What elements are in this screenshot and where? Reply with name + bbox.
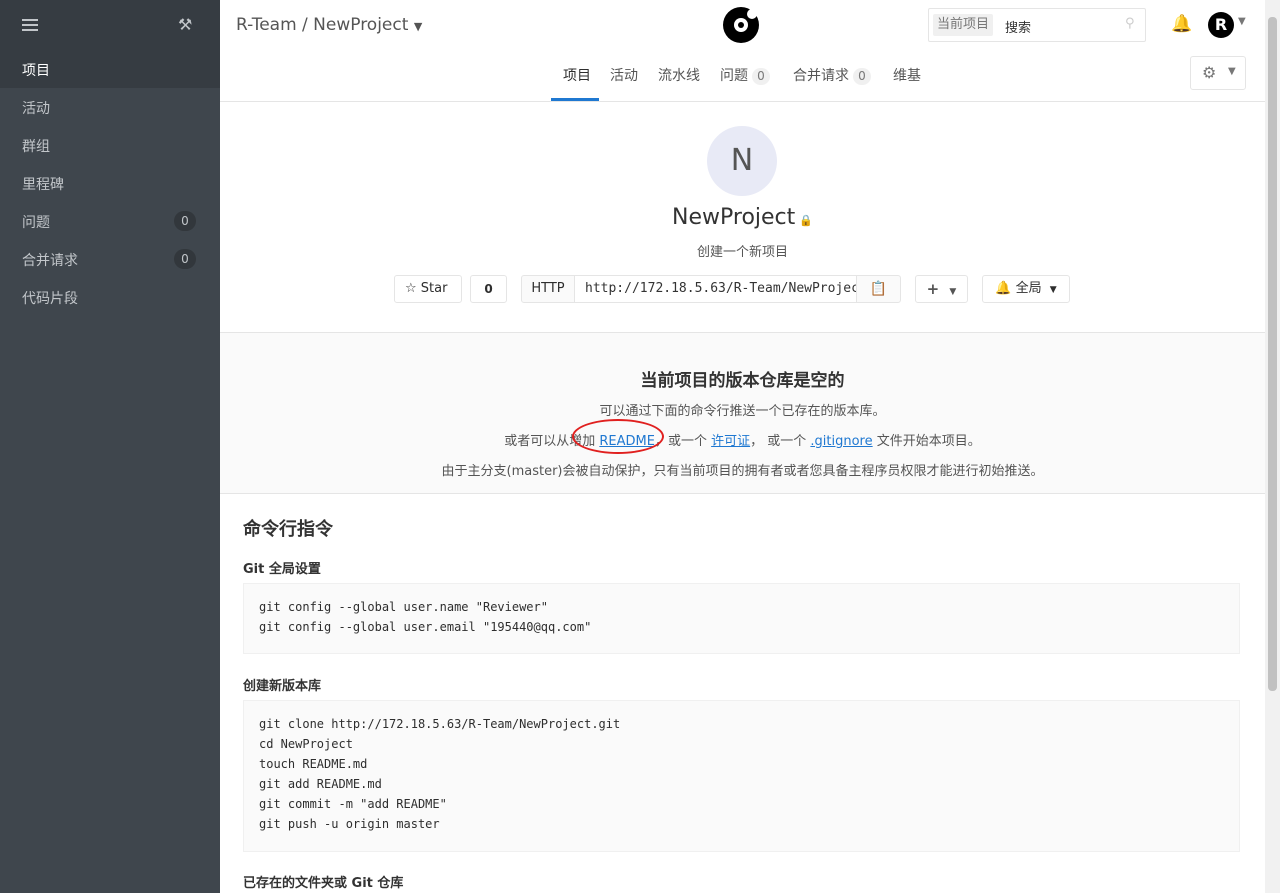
top-header: R-Team / NewProject ▼ 当前项目 搜索 ⚲ 🔔 R ▼	[220, 0, 1265, 50]
star-icon: ☆	[405, 281, 417, 296]
sidebar: ⚒ 项目 活动 群组 里程碑 问题 0 合并请求 0 代码片段	[0, 0, 220, 893]
existing-folder-title: 已存在的文件夹或 Git 仓库	[243, 876, 404, 891]
code-line: touch README.md	[259, 757, 368, 771]
sidebar-item-label: 群组	[22, 139, 50, 155]
copy-url-button[interactable]: 📋	[856, 275, 901, 303]
tab-issues[interactable]: 问题 0	[720, 65, 770, 85]
license-link[interactable]: 许可证	[711, 434, 750, 449]
sidebar-item-label: 问题	[22, 215, 50, 231]
clone-url-input[interactable]: http://172.18.5.63/R-Team/NewProject.git	[574, 275, 857, 303]
empty-repo-line3: 由于主分支(master)会被自动保护，只有当前项目的拥有者或者您具备主程序员权…	[441, 464, 1044, 479]
chevron-down-icon: ▼	[1049, 285, 1057, 295]
settings-dropdown-button[interactable]: ⚙ ▼	[1190, 56, 1246, 90]
chevron-down-icon: ▼	[949, 287, 957, 297]
sidebar-item-label: 代码片段	[22, 291, 78, 307]
tab-label: 问题	[720, 68, 748, 84]
breadcrumb[interactable]: R-Team / NewProject ▼	[236, 15, 422, 35]
sidebar-item-merge-requests[interactable]: 合并请求 0	[0, 240, 220, 278]
tab-label: 流水线	[658, 68, 700, 84]
star-count[interactable]: 0	[470, 275, 507, 303]
empty-repo-line2: 或者可以从增加 README，或一个 许可证， 或一个 .gitignore 文…	[220, 430, 1265, 449]
sidebar-item-label: 项目	[22, 63, 50, 79]
project-nav: 项目 活动 流水线 问题 0 合并请求 0 维基 ⚙ ▼	[220, 50, 1265, 102]
star-label: Star	[420, 281, 448, 296]
issues-count-badge: 0	[174, 211, 196, 231]
tab-merge-requests[interactable]: 合并请求 0	[793, 65, 871, 85]
lock-icon: 🔒	[799, 214, 813, 227]
gear-icon: ⚙	[1202, 63, 1217, 82]
tab-project[interactable]: 项目	[563, 65, 591, 85]
bell-icon: 🔔	[995, 281, 1012, 296]
plus-icon: +	[926, 280, 940, 298]
code-line: git commit -m "add README"	[259, 797, 447, 811]
tab-wiki[interactable]: 维基	[893, 65, 921, 85]
page-scrollbar[interactable]	[1265, 0, 1280, 893]
instructions-title: 命令行指令	[243, 519, 333, 540]
sidebar-header: ⚒	[0, 0, 220, 50]
empty-repo-notice: 当前项目的版本仓库是空的 可以通过下面的命令行推送一个已存在的版本库。 或者可以…	[220, 332, 1265, 494]
global-setup-code[interactable]: git config --global user.name "Reviewer"…	[243, 583, 1240, 654]
search-scope-label[interactable]: 当前项目	[933, 14, 994, 36]
project-description: 创建一个新项目	[696, 245, 788, 260]
star-button[interactable]: ☆ Star	[394, 275, 462, 303]
project-avatar: N	[707, 126, 777, 196]
tab-activity[interactable]: 活动	[610, 65, 638, 85]
gitignore-link[interactable]: .gitignore	[810, 434, 872, 449]
new-repo-title: 创建新版本库	[243, 679, 322, 694]
sidebar-item-label: 合并请求	[22, 253, 78, 269]
code-line: git clone http://172.18.5.63/R-Team/NewP…	[259, 717, 621, 731]
search-box[interactable]: 当前项目 搜索 ⚲	[928, 8, 1146, 42]
sidebar-item-issues[interactable]: 问题 0	[0, 202, 220, 240]
code-line: git push -u origin master	[259, 817, 440, 831]
scrollbar-thumb[interactable]	[1268, 17, 1277, 691]
text-fragment: 文件开始本项目。	[876, 434, 981, 449]
merge-requests-count-badge: 0	[174, 249, 196, 269]
notification-level-label: 全局	[1015, 281, 1042, 296]
chevron-down-icon: ▼	[413, 20, 423, 33]
tab-pipelines[interactable]: 流水线	[658, 65, 700, 85]
code-line: git config --global user.email "195440@q…	[259, 620, 592, 634]
tab-label: 维基	[893, 68, 921, 84]
hamburger-menu-icon[interactable]	[22, 19, 38, 34]
add-dropdown-button[interactable]: + ▼	[915, 275, 968, 303]
app-logo-icon[interactable]	[723, 7, 759, 43]
notifications-bell-icon[interactable]: 🔔	[1171, 14, 1192, 34]
annotation-circle	[572, 419, 664, 454]
breadcrumb-text: R-Team / NewProject	[236, 15, 409, 35]
clone-url-group: HTTP http://172.18.5.63/R-Team/NewProjec…	[521, 275, 901, 303]
project-title: NewProject 🔒	[220, 205, 1265, 230]
project-name: NewProject	[672, 205, 796, 230]
text-fragment: ， 或一个	[750, 434, 807, 449]
sidebar-item-activity[interactable]: 活动	[0, 88, 220, 126]
sidebar-item-projects[interactable]: 项目	[0, 50, 220, 88]
tab-label: 活动	[610, 68, 638, 84]
code-line: cd NewProject	[259, 737, 353, 751]
sidebar-item-label: 活动	[22, 101, 50, 117]
user-avatar[interactable]: R	[1208, 12, 1234, 38]
search-input[interactable]: 搜索	[1005, 17, 1031, 36]
code-line: git add README.md	[259, 777, 382, 791]
main-content: R-Team / NewProject ▼ 当前项目 搜索 ⚲ 🔔 R ▼ 项目…	[220, 0, 1265, 893]
code-line: git config --global user.name "Reviewer"	[259, 600, 548, 614]
notification-level-button[interactable]: 🔔 全局 ▼	[982, 275, 1070, 303]
clone-protocol-button[interactable]: HTTP	[521, 275, 575, 303]
active-tab-indicator	[551, 98, 599, 101]
empty-repo-title: 当前项目的版本仓库是空的	[640, 371, 845, 391]
sidebar-item-snippets[interactable]: 代码片段	[0, 278, 220, 316]
clipboard-icon: 📋	[869, 281, 888, 297]
avatar-caret-icon[interactable]: ▼	[1238, 16, 1246, 27]
issues-count-badge: 0	[752, 68, 770, 85]
tab-label: 合并请求	[793, 68, 849, 84]
chevron-down-icon: ▼	[1228, 66, 1236, 77]
empty-repo-line1: 可以通过下面的命令行推送一个已存在的版本库。	[599, 404, 886, 419]
tab-label: 项目	[563, 68, 591, 84]
sidebar-item-groups[interactable]: 群组	[0, 126, 220, 164]
global-setup-title: Git 全局设置	[243, 562, 321, 577]
merge-requests-count-badge: 0	[853, 68, 871, 85]
pin-icon[interactable]: ⚒	[178, 15, 192, 34]
new-repo-code[interactable]: git clone http://172.18.5.63/R-Team/NewP…	[243, 700, 1240, 852]
sidebar-item-label: 里程碑	[22, 177, 64, 193]
sidebar-item-milestones[interactable]: 里程碑	[0, 164, 220, 202]
search-icon: ⚲	[1125, 16, 1135, 31]
